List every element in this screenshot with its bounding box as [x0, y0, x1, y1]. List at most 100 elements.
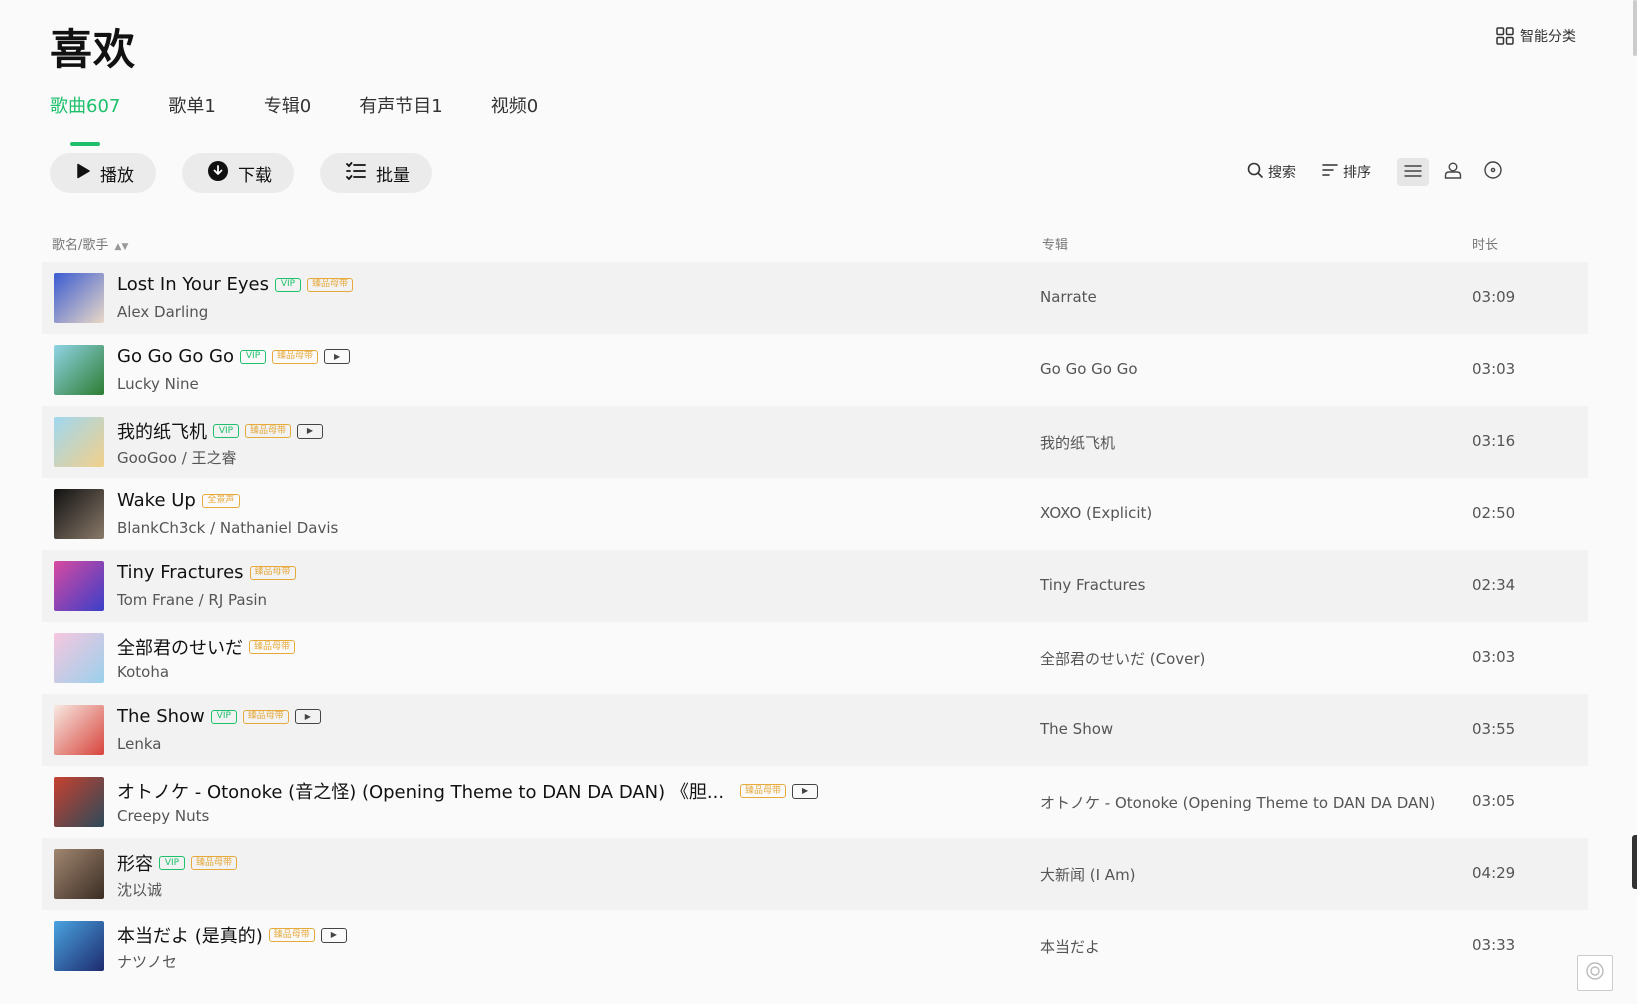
album-cover[interactable]: [54, 489, 104, 539]
vip-badge: VIP: [159, 856, 185, 870]
song-album[interactable]: 大新闻 (I Am): [1040, 864, 1136, 885]
song-duration: 03:03: [1472, 648, 1516, 666]
song-row[interactable]: 本当だよ (是真的) 臻品母带 ▶ ナツノセ 本当だよ 03:33: [42, 910, 1588, 982]
album-cover[interactable]: [54, 345, 104, 395]
song-row[interactable]: Wake Up 全景声 BlankCh3ck / Nathaniel Davis XO…: [42, 478, 1588, 550]
song-title-line: Go Go Go Go VIP 臻品母带 ▶: [117, 346, 351, 367]
album-cover[interactable]: [54, 417, 104, 467]
song-duration: 03:05: [1472, 792, 1516, 810]
song-title[interactable]: 我的纸飞机: [117, 418, 207, 444]
download-button[interactable]: 下载: [182, 153, 294, 193]
album-view-button[interactable]: [1477, 158, 1509, 186]
song-row[interactable]: Lost In Your Eyes VIP 臻品母带 Alex Darling Narr…: [42, 262, 1588, 334]
master-quality-badge: 臻品母带: [249, 565, 296, 580]
album-cover[interactable]: [54, 705, 104, 755]
vip-badge: VIP: [210, 709, 237, 724]
disc-icon: [1484, 161, 1502, 183]
search-button[interactable]: 搜索: [1247, 162, 1296, 182]
song-row[interactable]: Go Go Go Go VIP 臻品母带 ▶ Lucky Nine Go Go Go Go…: [42, 334, 1588, 406]
tab-playlists[interactable]: 歌单1: [168, 92, 215, 132]
song-title-line: 我的纸飞机 VIP 臻品母带 ▶: [117, 418, 323, 444]
sort-button[interactable]: 排序: [1322, 162, 1371, 182]
song-row[interactable]: Tiny Fractures 臻品母带 Tom Frane / RJ Pasin Ti…: [42, 550, 1588, 622]
song-artist[interactable]: Alex Darling: [117, 303, 208, 321]
list-view-button[interactable]: [1397, 158, 1429, 186]
search-label: 搜索: [1268, 165, 1296, 181]
song-duration: 03:33: [1472, 936, 1516, 954]
song-artist[interactable]: Lucky Nine: [117, 375, 199, 393]
sort-toggle-icon: ▲▼: [114, 242, 129, 252]
master-quality-badge: 臻品母带: [245, 424, 291, 438]
list-view-icon: [1404, 163, 1422, 182]
mv-icon[interactable]: ▶: [320, 927, 347, 943]
tab-audio-programs[interactable]: 有声节目1: [359, 92, 442, 132]
song-album[interactable]: 我的纸飞机: [1040, 432, 1115, 453]
album-cover[interactable]: [54, 849, 104, 899]
song-album[interactable]: The Show: [1040, 720, 1113, 738]
song-artist[interactable]: BlankCh3ck / Nathaniel Davis: [117, 519, 338, 537]
song-album[interactable]: Tiny Fractures: [1040, 576, 1145, 594]
locate-current-button[interactable]: [1577, 955, 1613, 991]
song-album[interactable]: Go Go Go Go: [1040, 360, 1138, 378]
song-title[interactable]: 全部君のせいだ: [117, 634, 243, 660]
album-cover[interactable]: [54, 921, 104, 971]
song-row[interactable]: 形容 VIP 臻品母带 沈以诚 大新闻 (I Am) 04:29: [42, 838, 1588, 910]
song-album[interactable]: 全部君のせいだ (Cover): [1040, 648, 1205, 669]
song-artist[interactable]: Kotoha: [117, 663, 169, 681]
album-cover[interactable]: [54, 273, 104, 323]
song-album[interactable]: Narrate: [1040, 288, 1097, 306]
song-album[interactable]: XOXO (Explicit): [1040, 504, 1152, 522]
song-artist[interactable]: Lenka: [117, 735, 161, 753]
song-artist[interactable]: 沈以诚: [117, 879, 162, 900]
song-album[interactable]: オトノケ - Otonoke (Opening Theme to DAN DA …: [1040, 792, 1435, 813]
song-title[interactable]: The Show: [117, 706, 205, 727]
master-quality-badge: 臻品母带: [272, 349, 319, 364]
song-title[interactable]: Lost In Your Eyes: [117, 274, 269, 295]
song-title[interactable]: Wake Up: [117, 490, 196, 511]
mv-icon[interactable]: ▶: [294, 709, 321, 724]
spatial-audio-badge: 全景声: [201, 493, 240, 508]
master-quality-badge: 臻品母带: [242, 709, 289, 724]
master-quality-badge: 臻品母带: [249, 640, 295, 654]
play-button[interactable]: 播放: [50, 153, 156, 193]
batch-button[interactable]: 批量: [320, 153, 432, 193]
song-row[interactable]: The Show VIP 臻品母带 ▶ Lenka The Show 03:55: [42, 694, 1588, 766]
master-quality-badge: 臻品母带: [740, 784, 787, 798]
song-artist[interactable]: Tom Frane / RJ Pasin: [117, 591, 267, 609]
song-artist[interactable]: ナツノセ: [117, 951, 177, 972]
song-row[interactable]: 全部君のせいだ 臻品母带 Kotoha 全部君のせいだ (Cover) 03:03: [42, 622, 1588, 694]
scrollbar-thumb[interactable]: [1633, 0, 1637, 56]
tab-songs[interactable]: 歌曲607: [50, 92, 120, 132]
tab-videos[interactable]: 视频0: [491, 92, 538, 132]
column-header-song[interactable]: 歌名/歌手 ▲▼: [52, 234, 128, 253]
sort-label: 排序: [1343, 165, 1371, 181]
song-duration: 02:50: [1472, 504, 1516, 522]
column-header-album: 专辑: [1042, 238, 1069, 253]
song-artist[interactable]: GooGoo / 王之睿: [117, 447, 237, 468]
column-header-duration: 时长: [1472, 238, 1499, 253]
song-artist[interactable]: Creepy Nuts: [117, 807, 209, 825]
mv-icon[interactable]: ▶: [792, 783, 819, 799]
song-title[interactable]: 本当だよ (是真的): [117, 922, 263, 948]
album-cover[interactable]: [54, 777, 104, 827]
vip-badge: VIP: [240, 349, 267, 364]
master-quality-badge: 臻品母带: [306, 277, 353, 292]
song-duration: 04:29: [1472, 864, 1516, 882]
song-title[interactable]: Go Go Go Go: [117, 346, 234, 367]
song-title[interactable]: Tiny Fractures: [117, 562, 244, 583]
mv-icon[interactable]: ▶: [297, 423, 323, 439]
album-cover[interactable]: [54, 633, 104, 683]
smart-classify-button[interactable]: 智能分类: [1496, 26, 1576, 46]
column-header-song-label: 歌名/歌手: [52, 238, 109, 253]
album-cover[interactable]: [54, 561, 104, 611]
song-row[interactable]: オトノケ - Otonoke (音之怪) (Opening Theme to D…: [42, 766, 1588, 838]
artist-view-button[interactable]: [1437, 158, 1469, 186]
song-title[interactable]: オトノケ - Otonoke (音之怪) (Opening Theme to D…: [117, 778, 724, 804]
song-duration: 03:55: [1472, 720, 1516, 738]
song-row[interactable]: 我的纸飞机 VIP 臻品母带 ▶ GooGoo / 王之睿 我的纸飞机 03:16: [42, 406, 1588, 478]
tab-albums[interactable]: 专辑0: [264, 92, 311, 132]
song-title[interactable]: 形容: [117, 850, 153, 876]
song-duration: 03:03: [1472, 360, 1516, 378]
mv-icon[interactable]: ▶: [324, 349, 351, 364]
song-album[interactable]: 本当だよ: [1040, 936, 1100, 957]
